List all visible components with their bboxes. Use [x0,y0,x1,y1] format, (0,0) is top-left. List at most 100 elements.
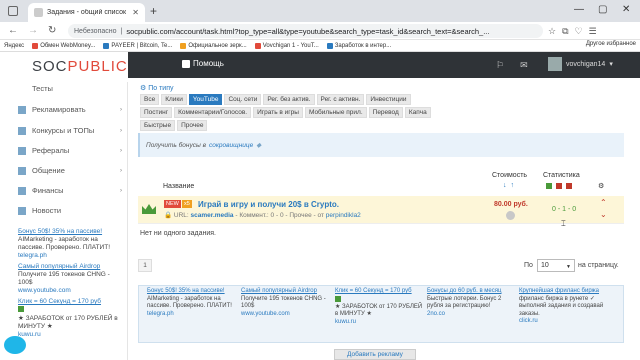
chip-clicks[interactable]: Клики [161,94,187,105]
add-ad-button[interactable]: Добавить рекламу [334,349,416,360]
chip-posting[interactable]: Постинг [140,107,173,118]
ad-panel: Бонус 50$! 35% на пассиве! AIMarketing -… [138,285,624,343]
site-logo[interactable]: SOCPUBLIC [32,58,128,75]
chevron-down-icon[interactable]: ⌄ [600,210,607,219]
lock-icon: 🔒 [164,212,173,219]
sidebar-item-news[interactable]: Новости [18,206,122,215]
flag-red-icon[interactable] [556,183,562,189]
other-bookmarks[interactable]: Другое избранное [586,41,636,47]
filter-chips: Все Клики YouTube Соц. сети Рег. без акт… [140,94,440,131]
per-page-suffix: на страницу. [578,262,619,269]
forward-icon[interactable]: → [28,25,38,36]
sidebar-item-advertise[interactable]: Рекламировать › [18,105,122,114]
sidebar-item-chat[interactable]: Общение › [18,166,122,175]
sidebar-ads: Бонус 50$! 35% на пассиве! AIMarketing -… [18,228,122,339]
ad-card[interactable]: Крупнейшая фриланс биржа фриланс биржа в… [519,288,619,326]
sidebar-ad[interactable]: Клик = 60 Секунд = 170 руб ★ ЗАРАБОТОК о… [18,298,122,339]
per-page-select[interactable]: 10 ▼ [537,259,575,272]
diamond-icon: ◆ [256,142,262,149]
bookmark-item[interactable]: PAYEER | Bitcoin, Te... [103,42,172,49]
flag-green-icon[interactable] [546,183,552,189]
bookmark-icon [326,42,333,49]
task-title[interactable]: Играй в игру и получи 20$ в Crypto. [198,200,339,209]
bookmark-item[interactable]: Заработок в интер... [326,42,391,49]
col-cost: Стоимость [492,172,528,179]
chevron-right-icon: › [120,187,122,194]
chip-investments[interactable]: Инвестиции [366,94,411,105]
help-button[interactable]: Помощь [182,59,224,68]
avatar [548,57,562,71]
chip-youtube[interactable]: YouTube [188,94,223,105]
stats-flags [546,183,572,189]
reload-icon[interactable]: ↻ [48,25,56,36]
bookmark-icon [103,42,110,49]
new-tab-icon[interactable]: + [150,4,157,18]
username: vovchigan14 [566,60,606,68]
sidebar-item-tests[interactable]: Тесты [18,84,122,93]
flag-red-icon[interactable] [566,183,572,189]
sidebar-item-finance[interactable]: Финансы › [18,186,122,195]
tab-close-icon[interactable]: ✕ [132,8,139,17]
bookmark-item[interactable]: Яндекс [4,43,24,49]
treasury-link[interactable]: сокровищнице [209,142,253,149]
megaphone-icon [18,105,26,114]
chip-reg-no-activity[interactable]: Рег. без актив. [263,94,315,105]
bookmark-item[interactable]: Официальное зерк... [180,42,247,49]
chip-comments[interactable]: Комментарии/Голосов. [174,107,252,118]
empty-message: Нет ни одного задания. [140,230,216,237]
ad-card[interactable]: Бонус 50$! 35% на пассиве! AIMarketing -… [147,288,235,318]
maximize-icon[interactable]: ▢ [598,4,607,15]
sidebar-ad[interactable]: Бонус 50$! 35% на пассиве! AIMarketing -… [18,228,122,260]
minimize-icon[interactable]: — [574,4,584,15]
chip-captcha[interactable]: Капча [404,107,431,118]
tab-actions-icon[interactable] [8,6,18,16]
filter-label[interactable]: ⚙ По типу [140,84,174,92]
badge-multiplier: x5 [182,200,192,208]
bookmark-item[interactable]: Обмен WebMoney... [32,42,95,49]
site-favicon-icon [34,8,43,17]
back-icon[interactable]: ← [8,25,18,36]
url-omnibox[interactable]: Небезопасно | socpublic.com/account/task… [68,24,543,38]
sidebar-ad[interactable]: Самый популярный Airdrop Получите 195 то… [18,263,122,295]
table-row[interactable]: NEW x5 Играй в игру и получи 20$ в Crypt… [138,196,624,224]
bookmarks-bar: Яндекс Обмен WebMoney... PAYEER | Bitcoi… [0,40,640,52]
chat-icon [18,166,26,175]
chip-mobile[interactable]: Мобильные прил. [304,107,367,118]
browser-tab[interactable]: Задания - общий список задан ✕ [28,3,145,22]
trophy-icon [18,126,26,135]
ad-card[interactable]: Самый популярный Airdrop Получите 195 то… [241,288,329,318]
chip-all[interactable]: Все [140,94,160,105]
chip-games[interactable]: Играть в игры [253,107,303,118]
url-text[interactable]: socpublic.com/account/task.html?top_type… [126,27,489,36]
chevron-up-icon[interactable]: ⌃ [600,198,607,207]
task-author[interactable]: perpindikla2 [326,212,361,219]
chevron-right-icon: › [120,127,122,134]
sort-arrows-icon[interactable]: ↓↑ [503,182,518,189]
insecure-label[interactable]: Небезопасно [74,28,117,35]
browser-toolbar-icons[interactable]: ☆⧉♡☰ [548,26,603,37]
chip-social[interactable]: Соц. сети [224,94,262,105]
chip-other[interactable]: Прочее [177,120,208,131]
page-number[interactable]: 1 [138,259,152,272]
chevron-down-icon: ▾ [609,61,613,68]
bookmark-item[interactable]: Vovchigan 1 - YouT... [254,42,319,49]
mouse-cursor-icon: ⌶ [561,219,566,228]
chip-fast[interactable]: Быстрые [140,120,176,131]
bonus-banner: Получить бонусы в сокровищнице ◆ [138,133,624,157]
task-url[interactable]: scamer.media [191,212,234,219]
chip-reg-activity[interactable]: Рег. с активн. [316,94,365,105]
ad-card[interactable]: Клик = 60 Секунд = 170 руб ★ ЗАРАБОТОК о… [335,288,423,326]
sidebar-item-referrals[interactable]: Рефералы › [18,146,122,155]
window-close-icon[interactable]: ✕ [622,4,630,15]
filter-icon: ⚙ [140,85,149,92]
chip-transfer[interactable]: Перевод [368,107,403,118]
header-icons[interactable]: ⚐✉ [496,60,544,71]
ad-card[interactable]: Бонусы до 60 руб. в месяц Быстрые лотере… [427,288,515,318]
settings-icon[interactable]: ⚙ [598,182,604,190]
user-menu[interactable]: vovchigan14 ▾ [548,57,613,71]
col-stats: Статистика [543,172,580,179]
chat-widget-icon[interactable] [4,336,26,354]
logo-area: SOCPUBLIC [0,52,128,82]
sidebar-item-contests[interactable]: Конкурсы и ТОПы › [18,126,122,135]
users-icon [18,146,26,155]
